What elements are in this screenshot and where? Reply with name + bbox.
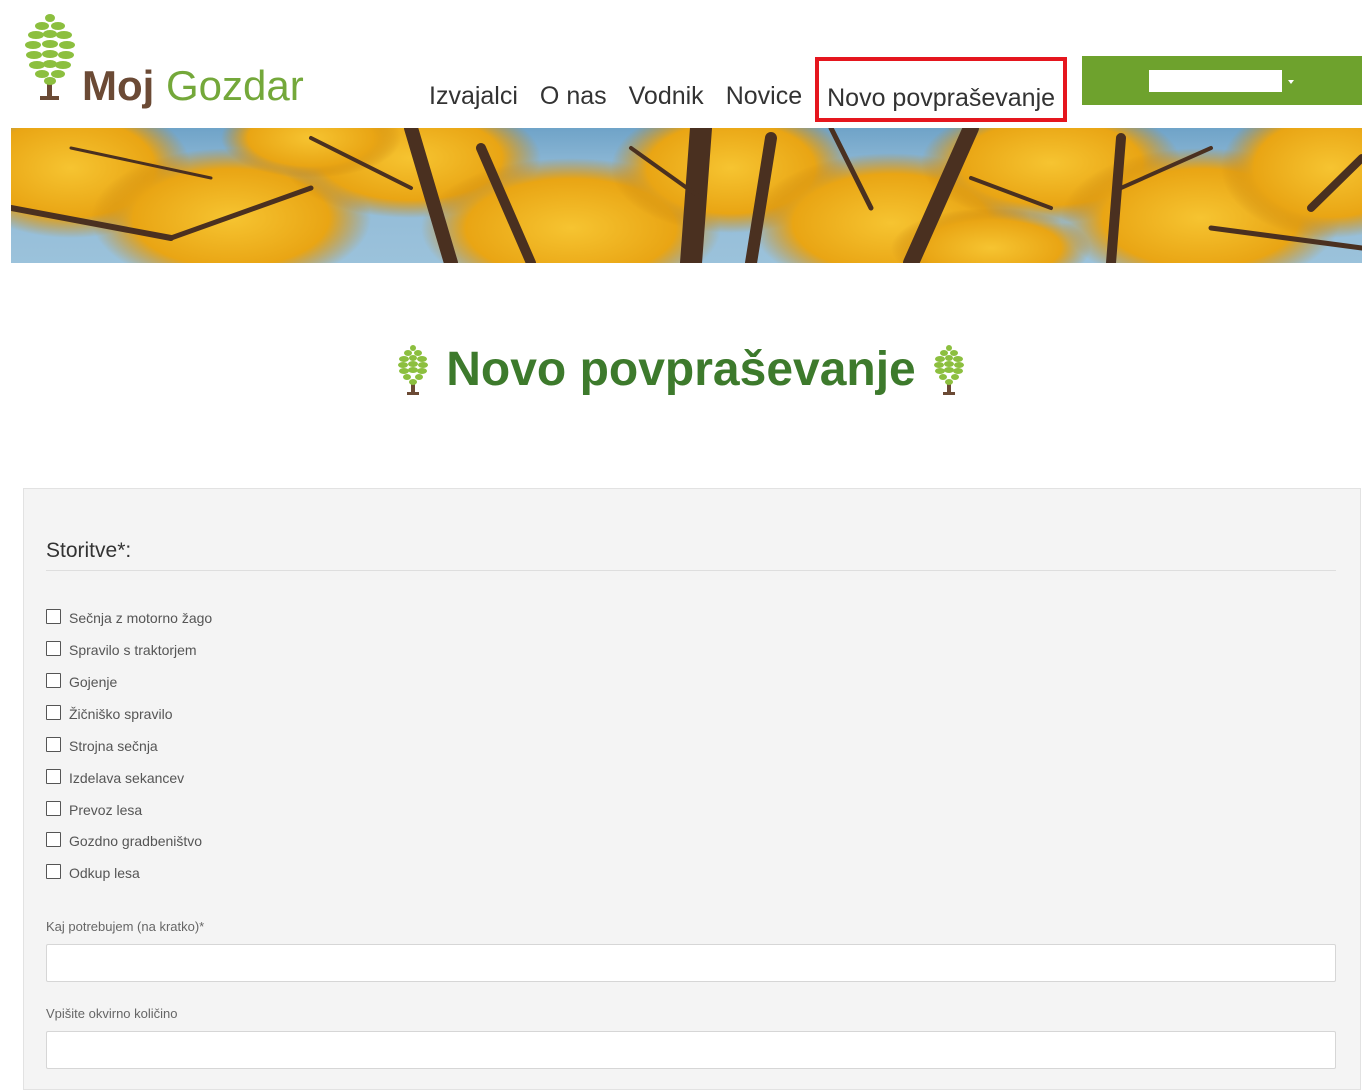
- section-divider: [46, 570, 1336, 571]
- checkbox[interactable]: [46, 640, 61, 656]
- checkbox[interactable]: [46, 736, 61, 752]
- user-menu-button[interactable]: [1082, 56, 1362, 105]
- checkbox[interactable]: [46, 768, 61, 784]
- need-input[interactable]: [46, 944, 1336, 982]
- service-option[interactable]: Strojna sečnja: [46, 735, 158, 757]
- logo-word-gozdar: Gozdar: [165, 62, 304, 109]
- checkbox[interactable]: [46, 672, 61, 688]
- service-option[interactable]: Sečnja z motorno žago: [46, 607, 212, 629]
- service-option[interactable]: Gojenje: [46, 671, 117, 693]
- need-field-label: Kaj potrebujem (na kratko)*: [46, 919, 205, 934]
- service-label: Prevoz lesa: [69, 802, 143, 818]
- user-name-field: [1149, 70, 1282, 92]
- service-option[interactable]: Spravilo s traktorjem: [46, 639, 197, 661]
- checkbox[interactable]: [46, 608, 61, 624]
- logo-word-moj: Moj: [82, 62, 155, 109]
- service-option[interactable]: Prevoz lesa: [46, 799, 142, 821]
- service-option[interactable]: Žičniško spravilo: [46, 703, 172, 725]
- service-label: Strojna sečnja: [69, 738, 158, 754]
- service-option[interactable]: Gozdno gradbeništvo: [46, 830, 202, 852]
- main-nav: Izvajalci O nas Vodnik Novice Novo povpr…: [418, 57, 1068, 122]
- service-label: Odkup lesa: [69, 865, 140, 881]
- site-logo[interactable]: Moj Gozdar: [22, 12, 312, 112]
- page-title-row: Novo povpraševanje: [0, 330, 1362, 410]
- service-label: Žičniško spravilo: [69, 706, 173, 722]
- pine-cone-icon: [934, 345, 965, 395]
- checkbox[interactable]: [46, 704, 61, 720]
- pine-cone-icon: [397, 345, 428, 395]
- service-label: Spravilo s traktorjem: [69, 642, 197, 658]
- nav-izvajalci[interactable]: Izvajalci: [418, 78, 529, 114]
- nav-o-nas[interactable]: O nas: [529, 78, 618, 114]
- inquiry-form: Storitve*: Sečnja z motorno žago Spravil…: [23, 488, 1361, 1090]
- nav-novo-povprasevanje[interactable]: Novo povpraševanje: [815, 57, 1068, 122]
- nav-vodnik[interactable]: Vodnik: [618, 78, 715, 114]
- quantity-input[interactable]: [46, 1031, 1336, 1069]
- autumn-trees-banner: [11, 128, 1362, 263]
- service-label: Sečnja z motorno žago: [69, 610, 213, 626]
- logo-text: Moj Gozdar: [82, 62, 304, 110]
- pine-cone-icon: [25, 14, 75, 100]
- quantity-field-label: Vpišite okvirno količino: [46, 1006, 178, 1021]
- service-label: Gojenje: [69, 674, 118, 690]
- caret-down-icon: [1288, 80, 1294, 84]
- checkbox[interactable]: [46, 831, 61, 847]
- services-heading: Storitve*:: [46, 539, 132, 562]
- nav-novice[interactable]: Novice: [715, 78, 813, 114]
- service-label: Izdelava sekancev: [69, 770, 185, 786]
- checkbox[interactable]: [46, 800, 61, 816]
- page-title: Novo povpraševanje: [446, 343, 916, 396]
- service-label: Gozdno gradbeništvo: [69, 833, 203, 849]
- service-option[interactable]: Izdelava sekancev: [46, 767, 184, 789]
- service-option[interactable]: Odkup lesa: [46, 862, 140, 884]
- site-header: Moj Gozdar Izvajalci O nas Vodnik Novice…: [0, 0, 1362, 128]
- checkbox[interactable]: [46, 863, 61, 879]
